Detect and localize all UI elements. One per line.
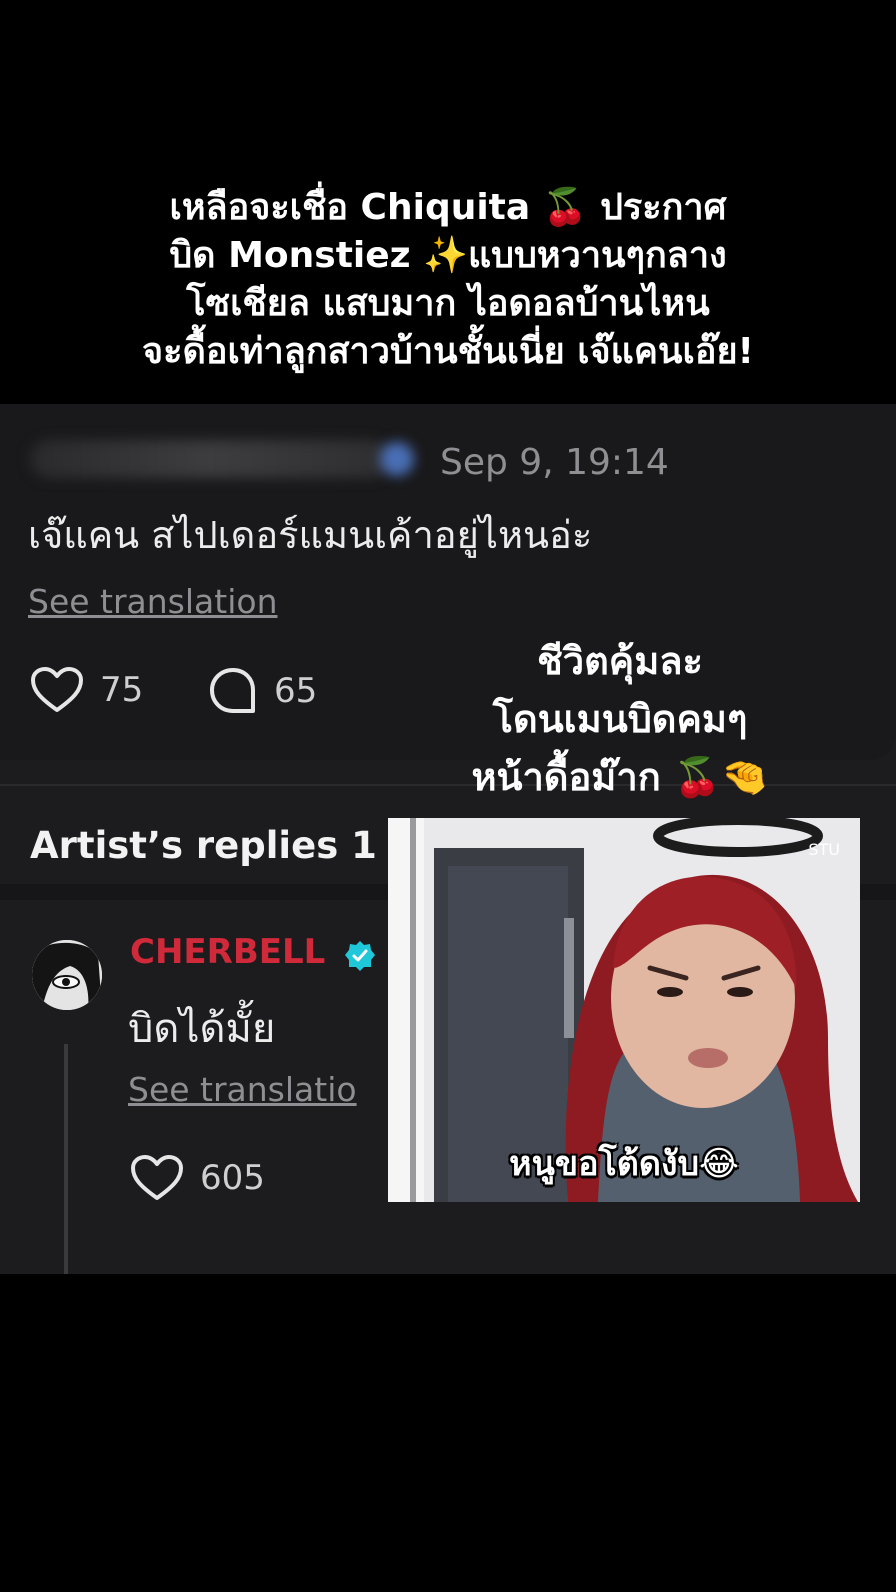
reaction-photo: STU หนูขอโต้ดงับ😂 (388, 818, 860, 1202)
overlay-line-3: หน้าดื้อม๊าก 🍒🤏 (471, 755, 769, 799)
like-button[interactable]: 75 (30, 666, 143, 714)
comment-bubble-icon (210, 668, 255, 713)
artist-reply-text: บิดได้มั้ย (128, 1006, 276, 1052)
headline-line-2: บิด Monstiez ✨แบบหวานๆกลาง (169, 235, 727, 276)
heart-icon (31, 667, 83, 712)
overlay-line-1: ชีวิตคุ้มละ (537, 639, 703, 683)
post-date: Sep 9, 19:14 (440, 442, 669, 483)
heart-icon (131, 1155, 183, 1200)
reply-like-button[interactable]: 605 (130, 1154, 265, 1202)
post-comment: เจ๊แคน สไปเดอร์แมนเค้าอยู่ไหนอ่ะ (28, 513, 593, 557)
avatar-illustration (32, 940, 102, 1010)
overlay-line-2: โดนเมนบิดคมๆ (492, 697, 748, 741)
headline-line-1: เหลือจะเชื่อ Chiquita 🍒 ประกาศ (169, 187, 727, 228)
verified-badge-icon (345, 941, 375, 971)
see-translation-link[interactable]: See translation (28, 582, 277, 621)
headline-caption: เหลือจะเชื่อ Chiquita 🍒 ประกาศ บิด Monst… (0, 184, 896, 376)
overlay-caption: ชีวิตคุ้มละ โดนเมนบิดคมๆ หน้าดื้อม๊าก 🍒🤏 (430, 632, 810, 806)
avatar[interactable] (32, 940, 102, 1010)
blurred-username (30, 440, 390, 478)
reply-button[interactable]: 65 (208, 666, 317, 716)
artist-replies-heading: Artist’s replies 1 (30, 824, 377, 867)
headline-line-4: จะดื้อเท่าลูกสาวบ้านชั้นเนี่ย เจ๊แคนเอ๊ย… (142, 331, 754, 372)
artist-name[interactable]: CHERBELL (130, 932, 325, 972)
headline-line-3: โซเชียล แสบมาก ไอดอลบ้านไหน (186, 283, 710, 324)
photo-caption: หนูขอโต้ดงับ😂 (509, 1144, 739, 1184)
like-count: 75 (100, 670, 144, 710)
reply-thread-line (64, 1044, 68, 1274)
blurred-verified-icon (380, 442, 414, 476)
reply-see-translation-link[interactable]: See translatio (128, 1070, 357, 1109)
reply-count: 65 (274, 671, 318, 711)
photo-watermark-label: STU (808, 840, 840, 859)
reply-like-count: 605 (200, 1158, 265, 1198)
